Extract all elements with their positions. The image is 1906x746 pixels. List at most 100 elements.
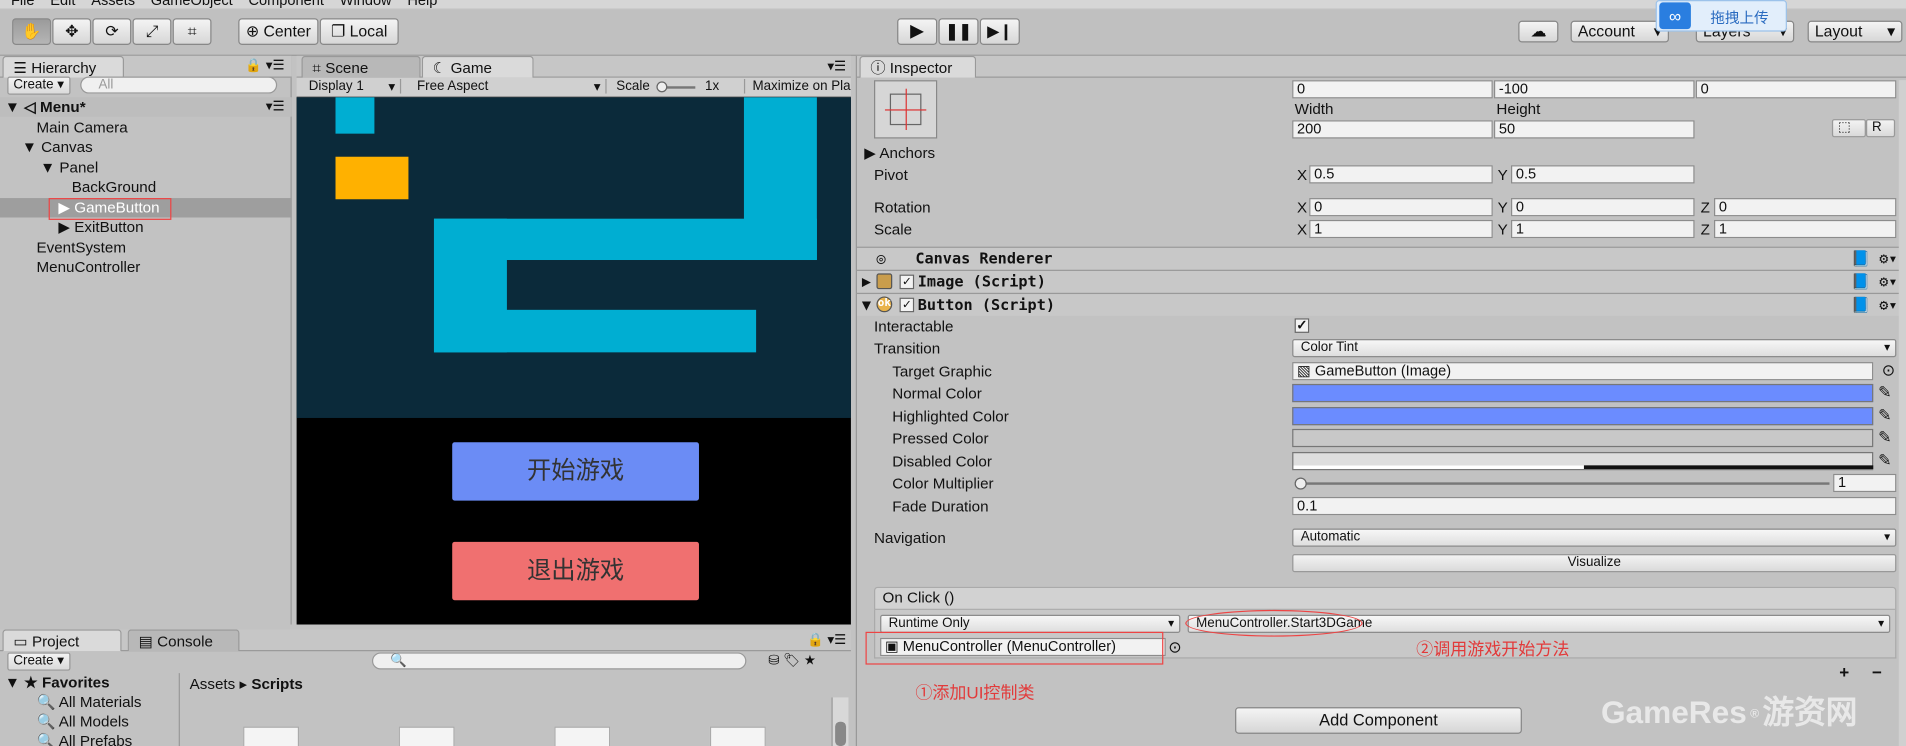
step-button[interactable]: ▶❙ [979, 18, 1020, 45]
menu-edit[interactable]: Edit [50, 0, 75, 9]
hierarchy-item-panel[interactable]: ▼ Panel [0, 158, 292, 177]
eyedropper-icon[interactable]: ✎ [1878, 451, 1891, 469]
menu-assets[interactable]: Assets [91, 0, 135, 9]
upload-badge[interactable]: ∞ 拖拽上传 [1655, 0, 1787, 32]
rotation-z-field[interactable]: 0 [1713, 198, 1897, 217]
anchor-preset-button[interactable] [874, 80, 938, 139]
scale-tool-icon[interactable]: ⤢ [132, 18, 172, 45]
menu-gameobject[interactable]: GameObject [151, 0, 233, 9]
raw-edit-button[interactable]: R [1865, 119, 1896, 138]
menu-component[interactable]: Component [248, 0, 323, 9]
fav-all-prefabs[interactable]: 🔍 All Prefabs [36, 731, 132, 746]
script-file-icon[interactable] [554, 726, 611, 746]
image-script-header[interactable]: ▶ ✓ Image (Script) 📘 ⚙▾ [856, 269, 1906, 293]
script-file-icon[interactable] [709, 726, 766, 746]
add-listener-button[interactable]: + [1839, 662, 1849, 681]
add-component-button[interactable]: Add Component [1235, 707, 1522, 734]
rotation-x-field[interactable]: 0 [1309, 198, 1493, 217]
hierarchy-item-menucontroller[interactable]: MenuController [0, 258, 292, 277]
tab-hierarchy[interactable]: ☰ Hierarchy [2, 55, 124, 78]
navigation-dropdown[interactable]: Automatic [1292, 528, 1897, 547]
tab-console[interactable]: ▤ Console [127, 629, 240, 652]
menu-file[interactable]: File [11, 0, 35, 9]
pressed-color-swatch[interactable] [1292, 428, 1874, 448]
object-picker-icon[interactable]: ⊙ [1882, 361, 1895, 379]
width-field[interactable]: 200 [1292, 120, 1493, 139]
hierarchy-item-eventsystem[interactable]: EventSystem [0, 238, 292, 257]
rect-tool-icon[interactable]: ⌗ [172, 18, 212, 45]
project-search-input[interactable]: 🔍 [371, 652, 747, 670]
rotate-tool-icon[interactable]: ⟳ [92, 18, 132, 45]
script-file-icon[interactable] [398, 726, 455, 746]
transition-dropdown[interactable]: Color Tint [1292, 338, 1897, 358]
height-field[interactable]: 50 [1493, 120, 1695, 139]
color-multiplier-slider[interactable] [1294, 477, 1830, 490]
runtime-dropdown[interactable]: Runtime Only [880, 614, 1181, 634]
exit-game-button[interactable]: 退出游戏 [452, 541, 699, 601]
highlighted-color-swatch[interactable] [1292, 407, 1874, 426]
hierarchy-item-exitbutton[interactable]: ▶ ExitButton [0, 217, 292, 236]
tab-inspector[interactable]: ⓘ Inspector [859, 55, 977, 78]
pos-x-field[interactable]: 0 [1292, 80, 1493, 99]
interactable-checkbox[interactable]: ✓ [1294, 318, 1310, 333]
hierarchy-item-background[interactable]: BackGround [0, 177, 292, 196]
hierarchy-item-main-camera[interactable]: Main Camera [0, 118, 292, 137]
remove-listener-button[interactable]: − [1872, 662, 1882, 681]
menu-window[interactable]: Window [340, 0, 392, 9]
target-graphic-field[interactable]: ▧ GameButton (Image) [1292, 362, 1874, 381]
pivot-local-button[interactable]: ❐ Local [319, 18, 399, 45]
hierarchy-create-button[interactable]: Create ▾ [7, 76, 71, 95]
fade-duration-field[interactable]: 0.1 [1292, 496, 1897, 516]
eyedropper-icon[interactable]: ✎ [1878, 428, 1891, 446]
disabled-color-swatch[interactable] [1292, 451, 1874, 471]
display-dropdown[interactable]: Display 1 ▾ [309, 78, 402, 95]
panel-menu-icon[interactable]: ▾☰ [827, 58, 846, 75]
scale-y-field[interactable]: 1 [1510, 219, 1695, 239]
panel-menu-icon[interactable]: 🔒 ▾☰ [245, 57, 284, 73]
button-enabled-checkbox[interactable]: ✓ [899, 297, 915, 313]
anchors-foldout[interactable]: ▶ Anchors [864, 143, 935, 162]
pivot-center-button[interactable]: ⊕ Center [238, 18, 319, 45]
project-scrollbar[interactable] [831, 697, 849, 746]
image-enabled-checkbox[interactable]: ✓ [899, 274, 915, 290]
button-script-header[interactable]: ▼ ok ✓ Button (Script) 📘 ⚙▾ [856, 292, 1906, 316]
rotation-y-field[interactable]: 0 [1510, 198, 1695, 217]
eyedropper-icon[interactable]: ✎ [1878, 406, 1891, 424]
canvas-renderer-header[interactable]: ◎ Canvas Renderer 📘 ⚙▾ [856, 246, 1906, 270]
tab-game[interactable]: ☾ Game [421, 55, 534, 78]
filter-icons[interactable]: ⛁ 🏷 ★ [768, 652, 816, 669]
fav-all-models[interactable]: 🔍 All Models [36, 712, 128, 731]
visualize-button[interactable]: Visualize [1292, 554, 1897, 573]
account-dropdown[interactable]: Account▾ [1570, 20, 1670, 43]
scale-z-field[interactable]: 1 [1713, 219, 1897, 239]
pivot-y-field[interactable]: 0.5 [1510, 165, 1695, 184]
move-tool-icon[interactable]: ✥ [52, 18, 92, 45]
blueprint-mode-button[interactable]: ⬚ [1831, 119, 1866, 138]
tab-scene[interactable]: ⌗ Scene [301, 55, 421, 78]
eyedropper-icon[interactable]: ✎ [1878, 383, 1891, 401]
scale-x-field[interactable]: 1 [1309, 219, 1493, 239]
pos-y-field[interactable]: -100 [1493, 80, 1695, 99]
pivot-x-field[interactable]: 0.5 [1309, 165, 1493, 184]
maximize-toggle[interactable]: Maximize on Pla [743, 78, 851, 94]
aspect-dropdown[interactable]: Free Aspect ▾ [417, 78, 607, 95]
favorites-node[interactable]: ▼ ★ Favorites [5, 673, 110, 692]
scene-root-row[interactable]: ▼ ◁ Menu* ▾☰ [0, 97, 292, 117]
start-game-button[interactable]: 开始游戏 [452, 442, 699, 501]
panel-menu-icon[interactable]: 🔒 ▾☰ [807, 632, 846, 648]
script-file-icon[interactable] [243, 726, 300, 746]
hand-tool-icon[interactable]: ✋ [12, 18, 52, 45]
normal-color-swatch[interactable] [1292, 383, 1874, 403]
tab-project[interactable]: ▭ Project [2, 629, 122, 652]
play-button[interactable]: ▶ [897, 18, 938, 45]
layout-dropdown[interactable]: Layout ▾ [1807, 20, 1903, 43]
fav-all-materials[interactable]: 🔍 All Materials [36, 693, 141, 712]
cloud-icon[interactable]: ☁ [1518, 20, 1559, 43]
project-create-button[interactable]: Create ▾ [7, 652, 71, 671]
pos-z-field[interactable]: 0 [1695, 80, 1897, 99]
object-picker-icon[interactable]: ⊙ [1168, 638, 1181, 656]
color-multiplier-field[interactable]: 1 [1833, 473, 1897, 493]
scale-slider[interactable] [656, 81, 696, 93]
hierarchy-search-input[interactable]: All [80, 76, 278, 94]
menu-help[interactable]: Help [407, 0, 437, 9]
